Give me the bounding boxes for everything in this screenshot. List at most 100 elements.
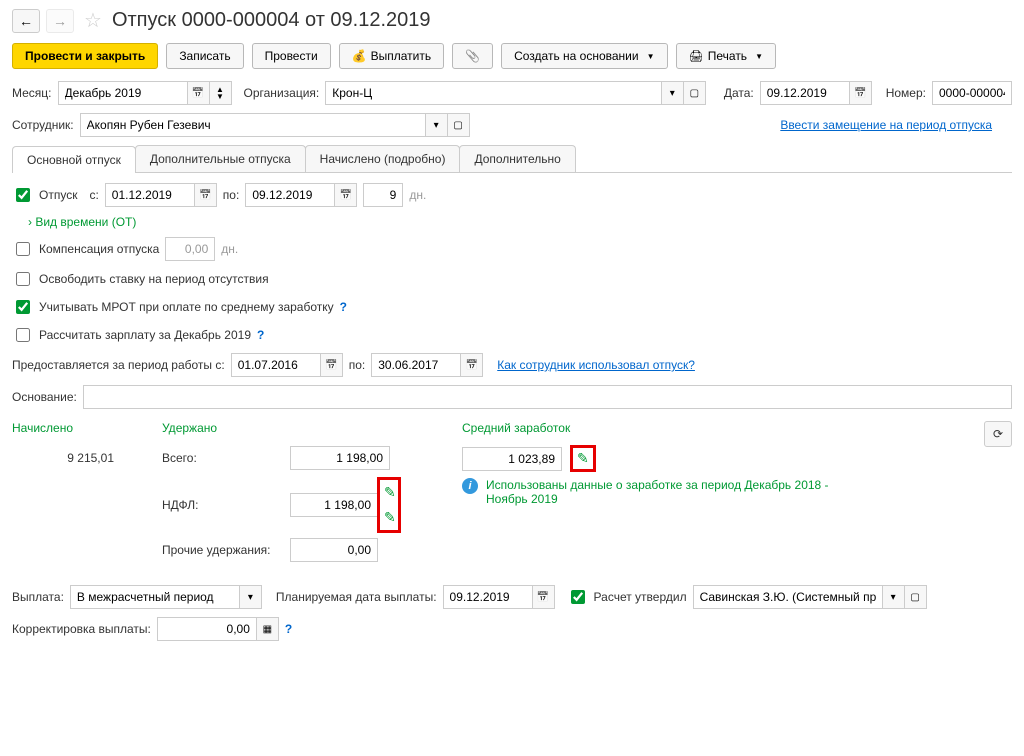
approved-by-input[interactable] (693, 585, 883, 609)
employee-label: Сотрудник: (12, 118, 74, 132)
org-open-button[interactable]: ▢ (684, 81, 706, 105)
month-input[interactable] (58, 81, 188, 105)
period-from-input[interactable] (231, 353, 321, 377)
total-label: Всего: (162, 451, 282, 465)
post-and-close-button[interactable]: Провести и закрыть (12, 43, 158, 69)
calendar-icon (854, 88, 866, 99)
period-from-calendar-button[interactable] (321, 353, 343, 377)
ndfl-label: НДФЛ: (162, 498, 282, 512)
updown-icon: ▲▼ (216, 86, 224, 100)
ndfl-input[interactable] (290, 493, 378, 517)
calendar-icon (537, 592, 549, 603)
employee-input[interactable] (80, 113, 426, 137)
mrot-help-icon[interactable]: ? (340, 300, 347, 314)
payment-select[interactable] (70, 585, 240, 609)
favorite-star-icon[interactable]: ☆ (84, 8, 102, 33)
create-based-button[interactable]: Создать на основании ▼ (501, 43, 667, 69)
correction-input[interactable] (157, 617, 257, 641)
chevron-down-icon: ▼ (755, 52, 763, 61)
avg-earnings-input[interactable] (462, 447, 562, 471)
month-calendar-button[interactable] (188, 81, 210, 105)
total-input[interactable] (290, 446, 390, 470)
print-button[interactable]: Печать ▼ (676, 43, 776, 69)
approved-dropdown-button[interactable]: ▾ (883, 585, 905, 609)
compensation-checkbox[interactable] (16, 242, 30, 256)
vacation-from-input[interactable] (105, 183, 195, 207)
calendar-icon (340, 190, 352, 201)
other-withheld-input[interactable] (290, 538, 378, 562)
compensation-input[interactable] (165, 237, 215, 261)
month-stepper[interactable]: ▲▼ (210, 81, 232, 105)
plan-date-input[interactable] (443, 585, 533, 609)
post-button[interactable]: Провести (252, 43, 331, 69)
calc-salary-label: Рассчитать зарплату за Декабрь 2019 (39, 328, 251, 342)
days-unit: дн. (409, 188, 426, 202)
to-label: по: (223, 188, 240, 202)
release-rate-label: Освободить ставку на период отсутствия (39, 272, 269, 286)
time-type-toggle[interactable]: › Вид времени (ОТ) (28, 215, 136, 229)
chevron-down-icon: ▼ (647, 52, 655, 61)
basis-label: Основание: (12, 390, 77, 404)
pencil-icon[interactable]: ✎ (384, 484, 396, 501)
pencil-icon[interactable]: ✎ (384, 509, 396, 526)
tab-main-vacation[interactable]: Основной отпуск (12, 146, 136, 173)
tab-accrued-detail[interactable]: Начислено (подробно) (305, 145, 461, 172)
calendar-icon (466, 360, 478, 371)
org-input[interactable] (325, 81, 662, 105)
date-calendar-button[interactable] (850, 81, 872, 105)
mrot-label: Учитывать МРОТ при оплате по среднему за… (39, 300, 334, 314)
vacation-checkbox[interactable] (16, 188, 30, 202)
org-label: Организация: (244, 86, 320, 100)
calc-salary-help-icon[interactable]: ? (257, 328, 264, 342)
tab-extra[interactable]: Дополнительно (459, 145, 575, 172)
avg-earnings-hint: Использованы данные о заработке за перио… (486, 478, 846, 506)
substitution-link[interactable]: Ввести замещение на период отпуска (780, 118, 992, 132)
mrot-checkbox[interactable] (16, 300, 30, 314)
vacation-label: Отпуск (39, 188, 77, 202)
approved-open-button[interactable]: ▢ (905, 585, 927, 609)
printer-icon (689, 49, 704, 63)
save-button[interactable]: Записать (166, 43, 243, 69)
approved-checkbox[interactable] (571, 590, 585, 604)
payment-dropdown-button[interactable]: ▾ (240, 585, 262, 609)
period-to-calendar-button[interactable] (461, 353, 483, 377)
period-label: Предоставляется за период работы с: (12, 358, 225, 372)
vacation-usage-link[interactable]: Как сотрудник использовал отпуск? (497, 358, 695, 372)
tab-additional-vacation[interactable]: Дополнительные отпуска (135, 145, 306, 172)
correction-help-icon[interactable]: ? (285, 622, 292, 636)
from-label: с: (89, 188, 98, 202)
time-type-label: Вид времени (ОТ) (35, 215, 136, 229)
period-to-label: по: (349, 358, 366, 372)
refresh-button[interactable]: ⟳ (984, 421, 1012, 447)
create-based-label: Создать на основании (514, 49, 639, 63)
vacation-to-input[interactable] (245, 183, 335, 207)
employee-dropdown-button[interactable]: ▾ (426, 113, 448, 137)
calendar-icon (192, 88, 204, 99)
plan-date-label: Планируемая дата выплаты: (276, 590, 437, 604)
pencil-icon[interactable]: ✎ (577, 450, 589, 466)
refresh-icon: ⟳ (993, 427, 1003, 441)
days-input[interactable] (363, 183, 403, 207)
compensation-unit: дн. (221, 242, 238, 256)
avg-earnings-header: Средний заработок (462, 421, 944, 435)
basis-input[interactable] (83, 385, 1012, 409)
attach-button[interactable] (452, 43, 493, 69)
employee-open-button[interactable]: ▢ (448, 113, 470, 137)
correction-calc-button[interactable]: ▦ (257, 617, 279, 641)
forward-button[interactable]: → (46, 9, 74, 33)
from-calendar-button[interactable] (195, 183, 217, 207)
accrued-value: 9 215,01 (12, 445, 122, 471)
to-calendar-button[interactable] (335, 183, 357, 207)
back-button[interactable]: ← (12, 9, 40, 33)
other-withheld-label: Прочие удержания: (162, 543, 282, 557)
org-dropdown-button[interactable]: ▾ (662, 81, 684, 105)
period-to-input[interactable] (371, 353, 461, 377)
pay-button[interactable]: Выплатить (339, 43, 444, 69)
date-input[interactable] (760, 81, 850, 105)
pay-label: Выплатить (371, 49, 432, 63)
number-input[interactable] (932, 81, 1012, 105)
calc-salary-checkbox[interactable] (16, 328, 30, 342)
release-rate-checkbox[interactable] (16, 272, 30, 286)
plan-date-calendar-button[interactable] (533, 585, 555, 609)
print-label: Печать (708, 49, 747, 63)
